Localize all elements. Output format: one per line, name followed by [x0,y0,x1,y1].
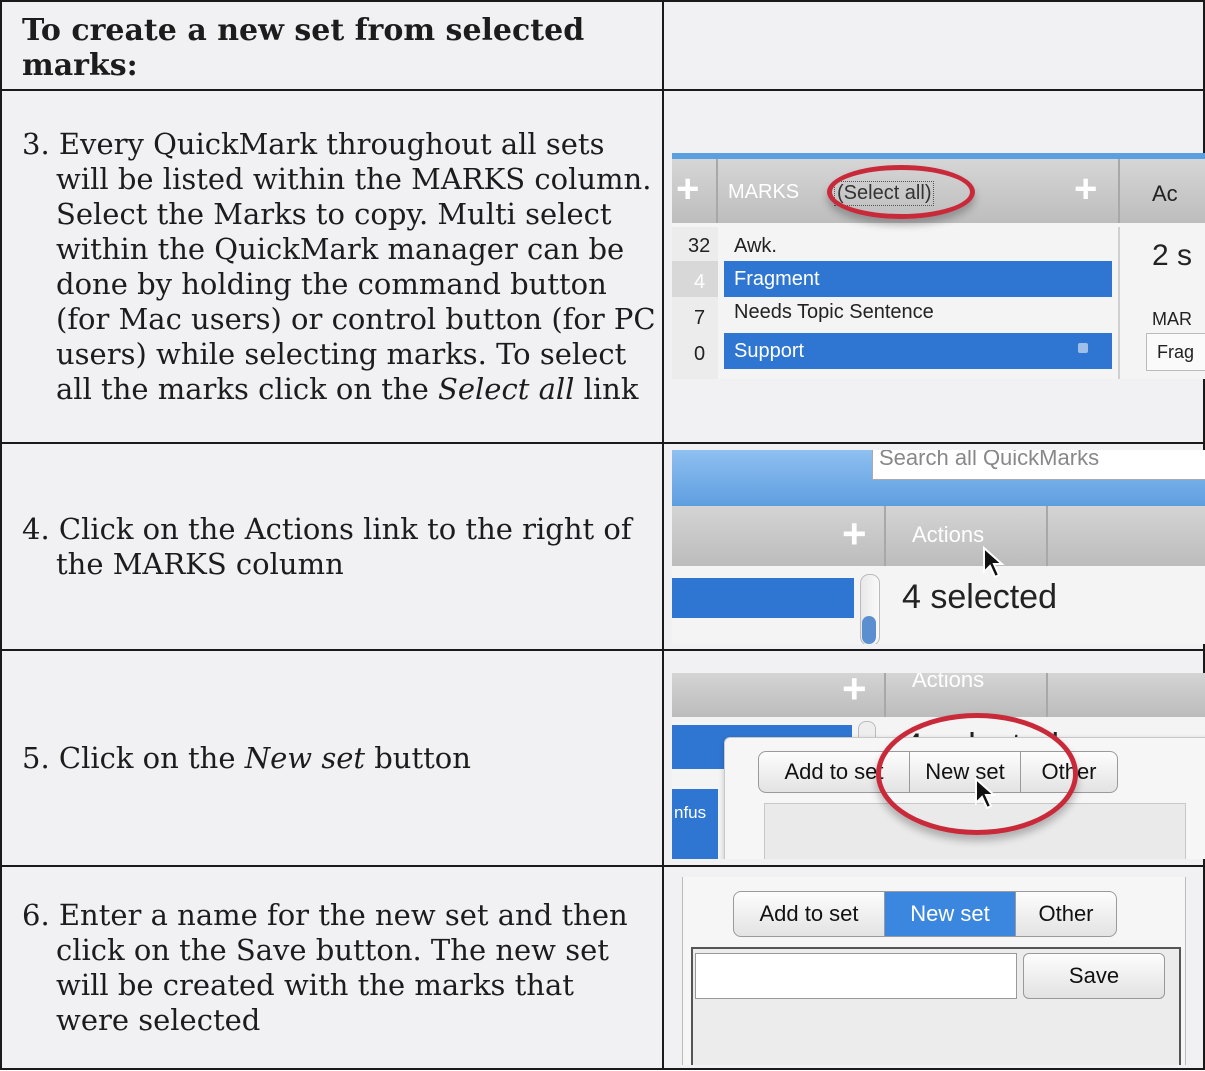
mark-row[interactable]: Awk. [724,231,1112,261]
step-3-body: Every QuickMark throughout all sets will… [56,126,656,406]
step-3-select-all-emph: Select all [437,371,575,406]
mark-label-partial: nfus [674,803,707,822]
lock-icon [1078,343,1088,353]
screenshot-new-set: + Actions nfus 4 selected Add to set New… [672,673,1205,859]
actions-link[interactable]: Actions [912,522,984,548]
marks-label-partial: MAR [1152,309,1192,329]
mark-count: 0 [694,343,706,365]
mark-row-partial[interactable]: nfus [672,789,718,859]
mark-label: Fragment [734,268,820,290]
scrollbar-thumb[interactable] [862,616,876,644]
step-3-number: 3. [22,126,50,161]
add-mark-icon[interactable]: + [842,510,867,558]
other-button[interactable]: Other [1016,892,1116,936]
divider [1118,227,1120,379]
step-6-cell: 6. Enter a name for the new set and then… [0,865,664,1070]
set-name-input[interactable] [695,953,1017,999]
step-3-tail: link [574,371,639,406]
selected-count-partial: 2 s [1152,239,1193,272]
step-5-cell: 5. Click on the New set button [0,649,664,867]
step-row-5: 5. Click on the New set button + Actions… [0,649,1205,867]
screenshot-save-set: Add to set New set Other Save [682,877,1186,1065]
divider [1118,159,1120,223]
step-row-6: 6. Enter a name for the new set and then… [0,865,1205,1070]
arrow-cursor-icon [975,777,997,810]
mark-count: 4 [694,271,706,293]
mark-row-selected[interactable]: Fragment [724,261,1112,297]
step-row-3: 3. Every QuickMark throughout all sets w… [0,89,1205,444]
step-6-number: 6. [22,897,50,932]
actions-button-group: Add to set New set Other [733,891,1117,937]
step-3-text: 3. Every QuickMark throughout all sets w… [22,127,656,407]
save-button[interactable]: Save [1023,953,1165,999]
screenshot-6-cell: Add to set New set Other Save [662,865,1205,1070]
mark-count: 32 [688,235,711,257]
search-placeholder: Search all QuickMarks [879,450,1100,470]
step-5-body: Click on the [58,740,245,775]
step-4-cell: 4. Click on the Actions link to the righ… [0,442,664,651]
selected-count: 4 selected [902,578,1057,616]
screenshot-3-cell: + MARKS (Select all) + Ac 32 4 7 0 Awk. … [662,89,1205,444]
step-3-cell: 3. Every QuickMark throughout all sets w… [0,89,664,444]
divider [884,673,886,717]
header-empty-cell [662,0,1205,91]
step-row-4: 4. Click on the Actions link to the righ… [0,442,1205,651]
add-mark-icon[interactable]: + [842,673,867,713]
actions-header-partial[interactable]: Ac [1152,181,1178,207]
step-6-body: Enter a name for the new set and then cl… [56,897,628,1037]
add-mark-icon[interactable]: + [1074,167,1097,212]
selected-mark-row[interactable] [672,578,854,618]
header-title: To create a new set from selected marks: [22,12,585,83]
header-row: To create a new set from selected marks: [0,0,1205,91]
highlight-circle [827,165,975,219]
screenshot-4-cell: Search all QuickMarks + Actions 4 select… [662,442,1205,651]
step-4-number: 4. [22,511,50,546]
mark-list-box: Frag [1146,333,1205,371]
step-6-text: 6. Enter a name for the new set and then… [22,898,656,1038]
step-5-text: 5. Click on the New set button [22,741,656,776]
new-set-button-active[interactable]: New set [885,892,1016,936]
mark-row-selected[interactable]: Support [724,333,1112,369]
step-5-new-set-emph: New set [244,740,366,775]
step-5-number: 5. [22,740,50,775]
instructions-table: To create a new set from selected marks:… [0,0,1205,1070]
add-icon[interactable]: + [676,167,699,212]
divider [716,159,718,223]
mark-label: Needs Topic Sentence [734,301,934,323]
divider [884,506,886,566]
search-input[interactable]: Search all QuickMarks [872,450,1205,480]
step-4-body: Click on the Actions link to the right o… [56,511,632,581]
mark-list-item: Frag [1157,342,1195,362]
mark-label: Awk. [734,235,777,257]
screenshot-marks-column: + MARKS (Select all) + Ac 32 4 7 0 Awk. … [672,153,1205,379]
header-cell: To create a new set from selected marks: [0,0,664,91]
step-5-tail: button [365,740,471,775]
divider [1046,673,1048,717]
mark-label: Support [734,340,805,362]
add-to-set-button[interactable]: Add to set [734,892,885,936]
mark-count: 7 [694,307,706,329]
marks-column-header: MARKS [728,181,800,203]
screenshot-5-cell: + Actions nfus 4 selected Add to set New… [662,649,1205,867]
divider [1046,506,1048,566]
mark-row[interactable]: Needs Topic Sentence [724,297,1112,329]
screenshot-actions-link: Search all QuickMarks + Actions 4 select… [672,450,1205,644]
highlight-circle [876,713,1078,835]
actions-link[interactable]: Actions [912,673,984,693]
step-4-text: 4. Click on the Actions link to the righ… [22,512,656,582]
arrow-cursor-icon [983,546,1005,579]
